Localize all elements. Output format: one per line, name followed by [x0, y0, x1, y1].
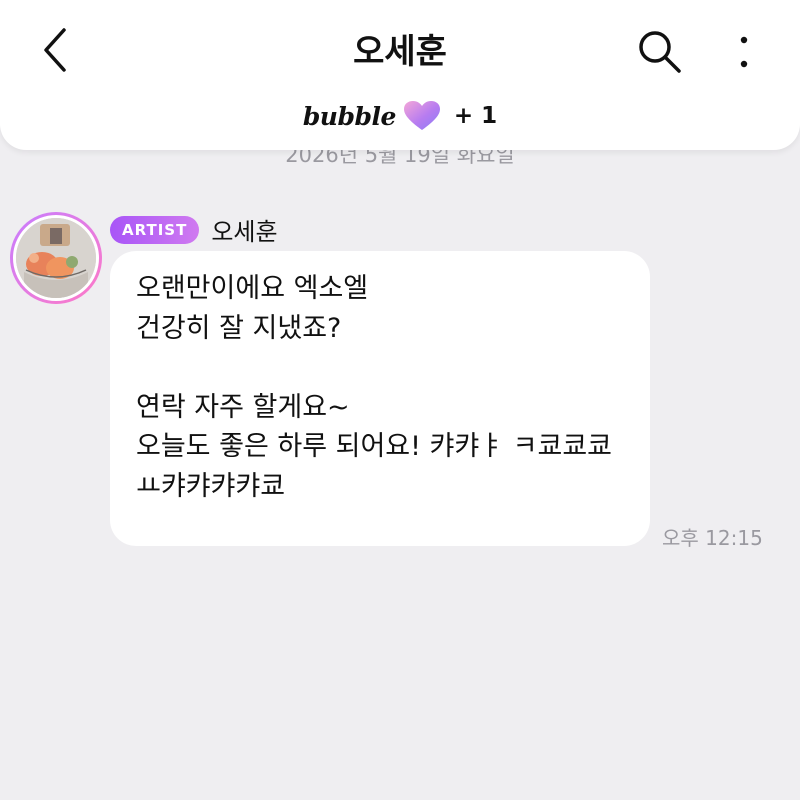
- search-button[interactable]: [634, 26, 686, 78]
- subscription-row[interactable]: bubble + 1: [0, 101, 800, 131]
- message-line: [136, 348, 624, 388]
- more-options-button[interactable]: [724, 26, 764, 78]
- message-timestamp: 오후 12:15: [662, 526, 763, 550]
- chat-header: 오세훈 bubble + 1: [0, 0, 800, 150]
- message-line: 연락 자주 할게요~: [136, 391, 350, 423]
- plus-count: + 1: [453, 103, 498, 129]
- message-line: ㅛ캬캬캬캬쿄: [136, 470, 286, 502]
- avatar-image: [13, 215, 99, 301]
- avatar[interactable]: [10, 212, 102, 304]
- bubble-logo-text: bubble: [302, 101, 397, 131]
- message-sender: ARTIST 오세훈: [110, 212, 278, 247]
- message-bubble[interactable]: 오랜만이에요 엑소엘 건강히 잘 지냈죠? 연락 자주 할게요~ 오늘도 좋은 …: [110, 251, 650, 546]
- more-vertical-icon: [740, 36, 748, 68]
- search-icon: [639, 31, 681, 73]
- message-line: 건강히 잘 지냈죠?: [136, 312, 342, 344]
- message-line: 오랜만이에요 엑소엘: [136, 273, 369, 304]
- sender-name: 오세훈: [211, 218, 278, 246]
- message-line: 오늘도 좋은 하루 되어요! 캬캬ㅑ ㅋ쿄쿄쿄: [136, 431, 613, 462]
- heart-icon: [403, 101, 440, 130]
- artist-badge: ARTIST: [110, 215, 200, 244]
